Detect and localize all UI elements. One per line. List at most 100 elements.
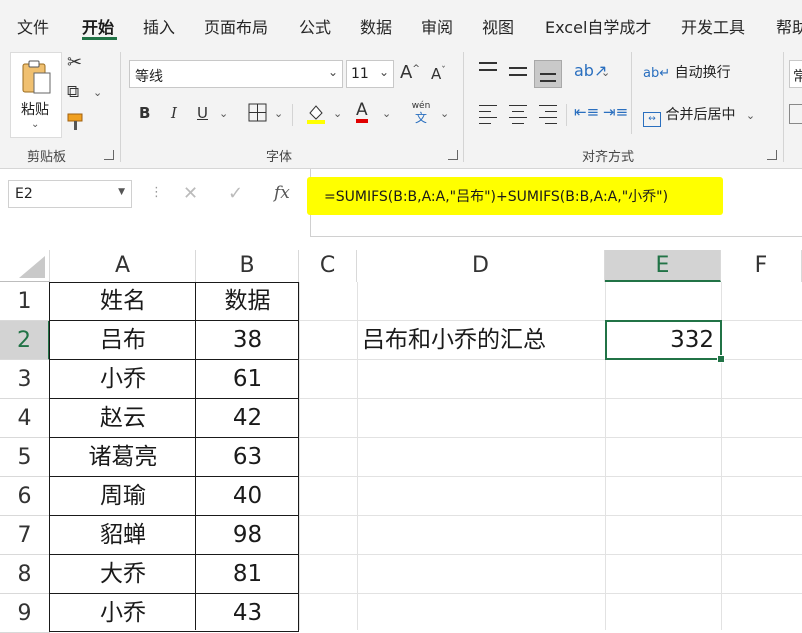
copy-icon[interactable]: ⧉	[67, 82, 79, 102]
tab-home[interactable]: 开始	[82, 14, 114, 38]
font-launcher-icon[interactable]	[448, 150, 458, 160]
tab-developer[interactable]: 开发工具	[681, 14, 745, 38]
bold-button[interactable]: B	[139, 104, 150, 122]
row-header-8[interactable]: 8	[0, 555, 50, 594]
cell-a6[interactable]: 周瑜	[50, 477, 196, 515]
row-header-3[interactable]: 3	[0, 360, 50, 399]
select-all-button[interactable]	[0, 250, 50, 282]
decrease-indent-icon[interactable]: ⇤≡	[574, 103, 599, 121]
underline-button[interactable]: U	[197, 104, 208, 122]
col-header-d[interactable]: D	[357, 250, 605, 282]
shrink-font-button[interactable]: Aˇ	[431, 65, 446, 83]
row-header-6[interactable]: 6	[0, 477, 50, 516]
number-format-select[interactable]: 常	[789, 60, 802, 88]
copy-dropdown-icon[interactable]: ⌄	[93, 86, 102, 99]
cell-b3[interactable]: 61	[196, 360, 299, 398]
cell-b2[interactable]: 38	[196, 321, 299, 359]
col-header-f[interactable]: F	[721, 250, 802, 282]
align-top-icon[interactable]	[479, 62, 499, 80]
cell-b7[interactable]: 98	[196, 516, 299, 554]
orientation-dropdown-icon[interactable]: ⌄	[601, 66, 610, 79]
cell-a4[interactable]: 赵云	[50, 399, 196, 437]
format-painter-icon[interactable]	[66, 112, 88, 132]
enter-icon[interactable]: ✓	[228, 183, 243, 204]
font-group-label: 字体	[266, 150, 293, 165]
cell-e2-selected[interactable]: 332	[605, 320, 722, 360]
cell-a9[interactable]: 小乔	[50, 594, 196, 632]
cell-a7[interactable]: 貂蝉	[50, 516, 196, 554]
align-bottom-button[interactable]	[534, 60, 562, 88]
col-header-e[interactable]: E	[605, 250, 721, 282]
col-header-c[interactable]: C	[299, 250, 357, 282]
cancel-icon[interactable]: ✕	[183, 183, 198, 204]
font-size-select[interactable]: 11 ⌄	[346, 60, 394, 88]
number-format-icon[interactable]	[789, 104, 802, 124]
col-header-a[interactable]: A	[50, 250, 196, 282]
cell-a8[interactable]: 大乔	[50, 555, 196, 593]
insert-function-icon[interactable]: fx	[274, 183, 290, 203]
wrap-text-icon: ab↵	[643, 66, 671, 81]
down-caret-icon: ˇ	[441, 66, 446, 76]
align-right-icon[interactable]	[539, 105, 559, 125]
tab-file[interactable]: 文件	[17, 14, 49, 38]
font-color-button[interactable]: A	[356, 101, 368, 123]
cell-b1[interactable]: 数据	[196, 282, 299, 320]
increase-indent-icon[interactable]: ⇥≡	[603, 103, 628, 121]
row-header-7[interactable]: 7	[0, 516, 50, 555]
font-color-dropdown-icon[interactable]: ⌄	[382, 107, 391, 120]
merge-dropdown-icon[interactable]: ⌄	[746, 109, 755, 122]
cell-b8[interactable]: 81	[196, 555, 299, 593]
tab-review[interactable]: 审阅	[421, 14, 453, 38]
grow-font-button[interactable]: A^	[400, 62, 420, 83]
align-middle-icon[interactable]	[509, 62, 529, 80]
col-header-b[interactable]: B	[196, 250, 299, 282]
gridline	[357, 282, 358, 630]
tab-help[interactable]: 帮助	[776, 14, 802, 38]
font-name-select[interactable]: 等线 ⌄	[129, 60, 343, 88]
cell-d2[interactable]: 吕布和小乔的汇总	[362, 321, 605, 359]
alignment-launcher-icon[interactable]	[767, 150, 777, 160]
fill-handle[interactable]	[717, 355, 725, 363]
tab-view[interactable]: 视图	[482, 14, 514, 38]
cut-icon[interactable]: ✂	[67, 52, 82, 73]
cell-a1[interactable]: 姓名	[50, 282, 196, 320]
merge-center-button[interactable]: ↔ 合并后居中 ⌄	[643, 104, 755, 127]
formula-input-area[interactable]: =SUMIFS(B:B,A:A,"吕布")+SUMIFS(B:B,A:A,"小乔…	[307, 169, 802, 237]
phonetic-dropdown-icon[interactable]: ⌄	[440, 107, 449, 120]
cell-a5[interactable]: 诸葛亮	[50, 438, 196, 476]
fill-color-icon[interactable]	[305, 101, 327, 125]
wrap-text-button[interactable]: ab↵ 自动换行	[643, 62, 731, 82]
row-header-1[interactable]: 1	[0, 282, 50, 321]
row-header-4[interactable]: 4	[0, 399, 50, 438]
cell-a2[interactable]: 吕布	[50, 321, 196, 359]
underline-dropdown-icon[interactable]: ⌄	[219, 107, 228, 120]
wrap-text-label: 自动换行	[674, 65, 731, 81]
align-left-icon[interactable]	[479, 105, 499, 125]
formula-text[interactable]: =SUMIFS(B:B,A:A,"吕布")+SUMIFS(B:B,A:A,"小乔…	[324, 186, 668, 206]
clipboard-launcher-icon[interactable]	[104, 150, 114, 160]
paste-button[interactable]: 粘贴 ⌄	[10, 52, 62, 138]
align-center-icon[interactable]	[509, 105, 529, 125]
borders-icon[interactable]	[248, 103, 268, 123]
tab-page-layout[interactable]: 页面布局	[204, 14, 268, 38]
name-box-dropdown-icon[interactable]: ▼	[118, 187, 125, 197]
cell-b9[interactable]: 43	[196, 594, 299, 632]
tab-insert[interactable]: 插入	[143, 14, 175, 38]
cell-a3[interactable]: 小乔	[50, 360, 196, 398]
tab-data[interactable]: 数据	[360, 14, 392, 38]
cell-b5[interactable]: 63	[196, 438, 299, 476]
italic-button[interactable]: I	[171, 104, 177, 122]
tab-formulas[interactable]: 公式	[299, 14, 331, 38]
row-header-2[interactable]: 2	[0, 321, 50, 360]
tab-excel-zixue[interactable]: Excel自学成才	[545, 14, 651, 38]
borders-dropdown-icon[interactable]: ⌄	[274, 107, 283, 120]
name-box[interactable]: E2 ▼	[8, 180, 132, 208]
cell-b4[interactable]: 42	[196, 399, 299, 437]
row-header-5[interactable]: 5	[0, 438, 50, 477]
cell-b6[interactable]: 40	[196, 477, 299, 515]
drag-handle-icon[interactable]: ⋮	[150, 185, 163, 200]
row-header-9[interactable]: 9	[0, 594, 50, 633]
phonetic-button[interactable]: wén 文	[410, 101, 432, 125]
group-separator	[783, 52, 784, 162]
fill-color-dropdown-icon[interactable]: ⌄	[333, 107, 342, 120]
